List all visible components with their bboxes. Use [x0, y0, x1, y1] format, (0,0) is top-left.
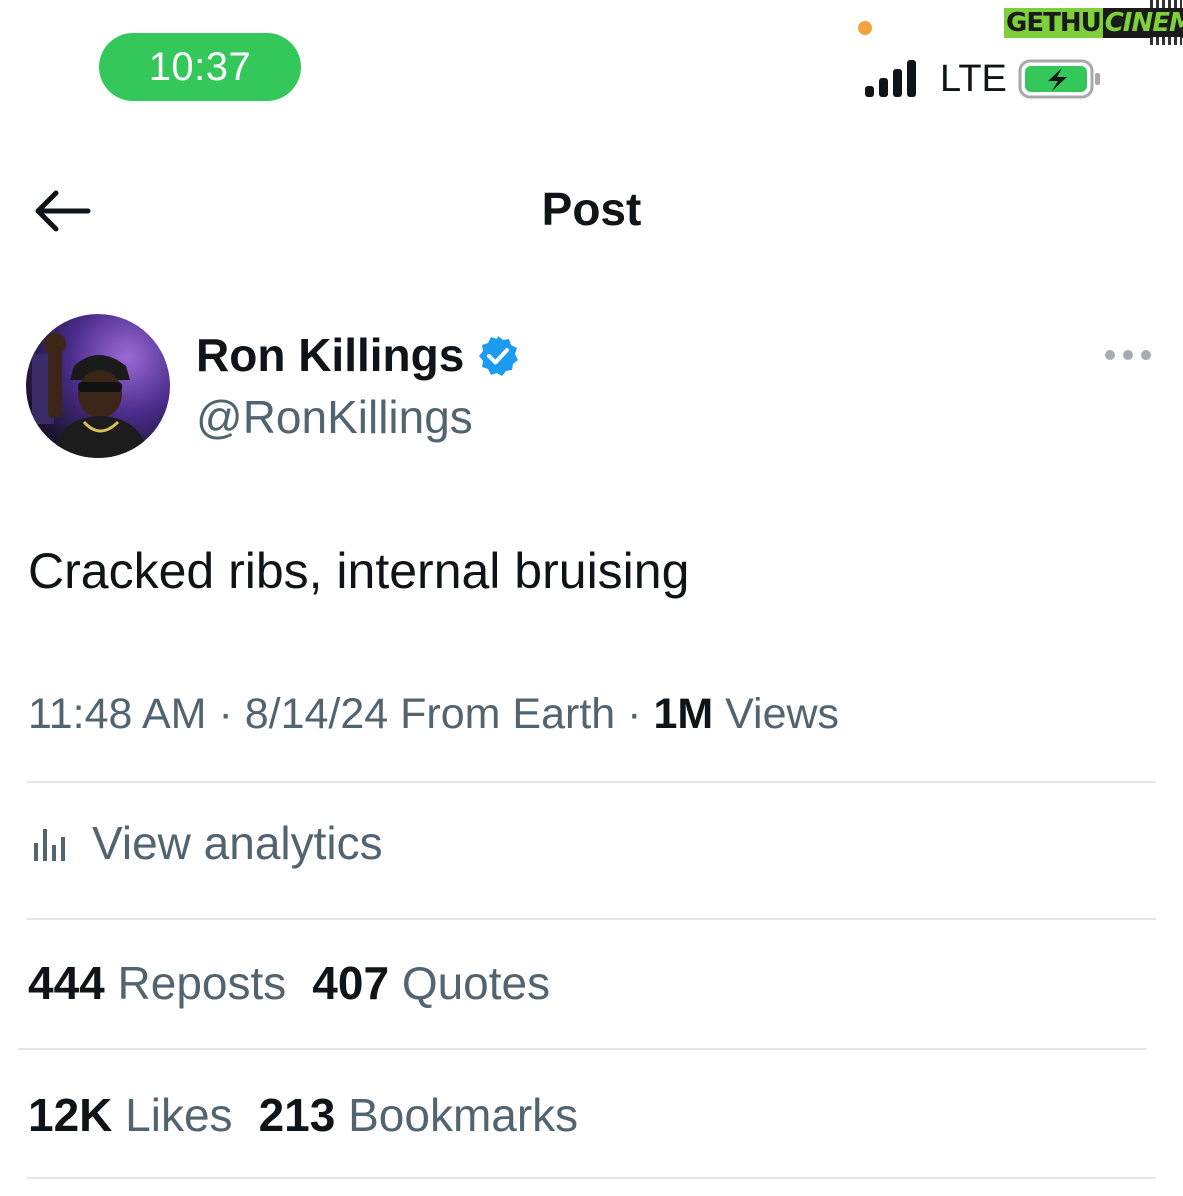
views-count: 1M [653, 690, 714, 738]
likes-count: 12K [28, 1089, 113, 1141]
engagement-row-reposts: 444 Reposts 407 Quotes [28, 956, 550, 1010]
avatar-portrait-icon [32, 333, 148, 458]
divider [18, 1048, 1147, 1050]
author-handle[interactable]: @RonKillings [196, 390, 473, 444]
reposts-label: Reposts [117, 957, 287, 1009]
quotes-label: Quotes [401, 957, 551, 1009]
watermark-part1: GETHU [1004, 8, 1103, 38]
bookmarks-stat[interactable]: 213 Bookmarks [259, 1089, 579, 1141]
avatar[interactable] [26, 314, 170, 458]
views-label: Views [725, 690, 840, 738]
reposts-stat[interactable]: 444 Reposts [28, 957, 286, 1009]
view-analytics-label: View analytics [92, 817, 383, 869]
reposts-count: 444 [28, 957, 105, 1009]
signal-strength-icon [865, 60, 916, 97]
divider [27, 918, 1156, 920]
engagement-row-likes: 12K Likes 213 Bookmarks [28, 1088, 578, 1142]
divider [27, 781, 1156, 783]
page-title: Post [541, 183, 642, 235]
watermark-part2: CINEMA [1102, 8, 1183, 38]
privacy-indicator-dot [858, 21, 872, 35]
network-type: LTE [940, 58, 1007, 100]
quotes-stat[interactable]: 407 Quotes [312, 957, 550, 1009]
likes-stat[interactable]: 12K Likes [28, 1089, 233, 1141]
view-analytics-button[interactable]: View analytics [30, 816, 383, 870]
post-source: From Earth [400, 690, 616, 738]
battery-charging-icon [1018, 59, 1100, 99]
watermark-film-strip-bottom [1150, 37, 1182, 45]
bookmarks-count: 213 [258, 1089, 336, 1141]
likes-label: Likes [125, 1089, 233, 1141]
more-options-icon[interactable] [1104, 338, 1152, 372]
post-time: 11:48 AM [28, 690, 207, 738]
verified-badge-icon [479, 336, 518, 376]
post-text: Cracked ribs, internal bruising [28, 543, 690, 599]
status-time: 10:37 [99, 33, 301, 101]
post-meta: 11:48 AM · 8/14/24 From Earth · 1M Views [28, 690, 839, 739]
bookmarks-label: Bookmarks [348, 1089, 579, 1141]
quotes-count: 407 [312, 957, 390, 1009]
divider [27, 1177, 1156, 1179]
watermark-logo: GETHUCINEMA [1004, 6, 1183, 40]
bar-chart-icon [34, 829, 65, 861]
author-name[interactable]: Ron Killings [196, 328, 464, 382]
meta-separator: · [218, 690, 233, 738]
meta-separator: · [627, 690, 642, 738]
post-date: 8/14/24 [244, 690, 389, 738]
